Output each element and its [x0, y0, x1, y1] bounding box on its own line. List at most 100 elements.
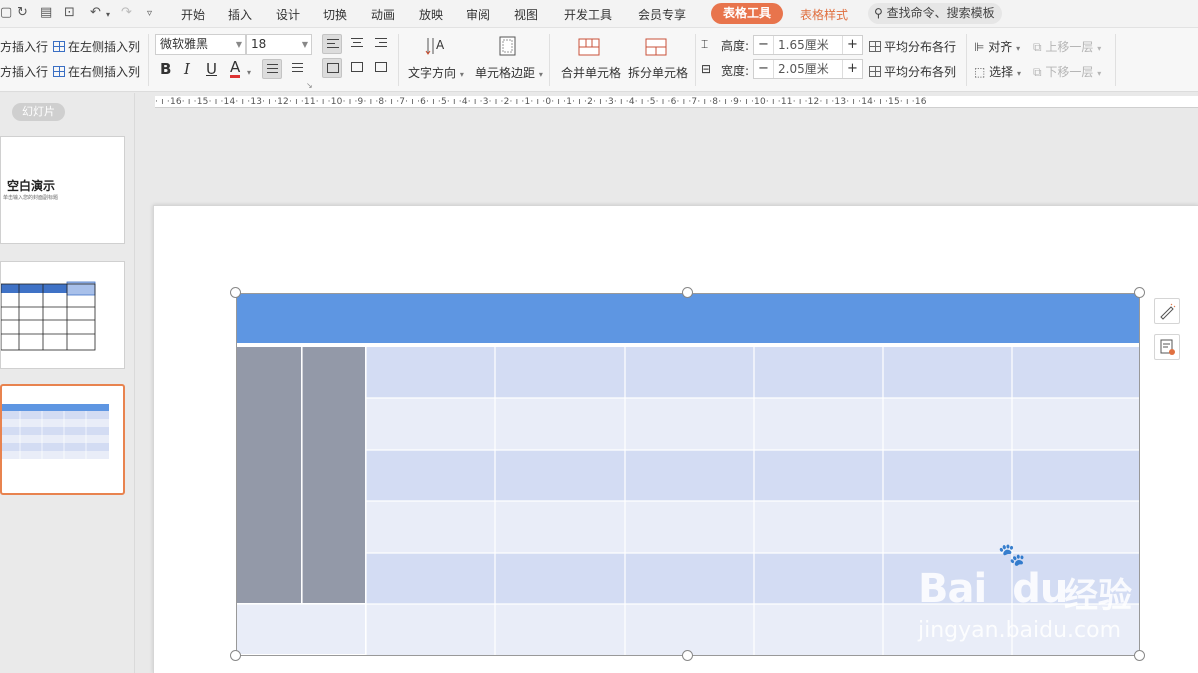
font-dialog-launcher-icon[interactable]: ↘ — [306, 81, 313, 90]
search-command-box[interactable]: ⚲ 查找命令、搜索模板 — [868, 3, 1002, 24]
width-decrease-button[interactable]: − — [754, 60, 774, 78]
tab-transition[interactable]: 切换 — [323, 6, 347, 23]
watermark-brand: Bai — [918, 566, 987, 612]
select-button[interactable]: ⬚ 选择 ▾ — [974, 63, 1021, 80]
print-preview-icon[interactable]: ⊡ — [64, 5, 75, 20]
tab-review[interactable]: 审阅 — [466, 6, 490, 23]
text-direction-button[interactable]: 文字方向 ▾ — [408, 64, 464, 81]
text-direction-label: 文字方向 — [408, 66, 457, 80]
resize-handle-top-right[interactable] — [1134, 287, 1145, 298]
cell-margin-button[interactable]: 单元格边距 ▾ — [475, 64, 543, 81]
font-size-select[interactable]: 18 ▼ — [246, 34, 312, 55]
cell-margin-icon[interactable] — [497, 35, 519, 57]
font-name-value: 微软雅黑 — [160, 37, 209, 51]
bring-forward-button[interactable]: ⧉ 上移一层 ▾ — [1033, 38, 1101, 55]
paragraph-spacing-icon[interactable] — [288, 59, 308, 79]
resize-handle-top[interactable] — [682, 287, 693, 298]
distribute-cols-button[interactable]: 平均分布各列 — [869, 63, 956, 80]
ribbon-divider — [549, 34, 550, 86]
font-name-select[interactable]: 微软雅黑 ▼ — [155, 34, 246, 55]
insert-col-left-button[interactable]: 在左侧插入列 — [53, 38, 140, 55]
height-value[interactable]: 1.65厘米 — [778, 36, 829, 54]
insert-col-left-label: 在左侧插入列 — [68, 40, 141, 54]
bold-icon[interactable]: B — [160, 60, 171, 78]
horizontal-ruler[interactable]: · ı ·16· ı ·15· ı ·14· ı ·13· ı ·12· ı ·… — [155, 96, 1198, 108]
tab-insert[interactable]: 插入 — [228, 6, 252, 23]
width-label: 宽度: — [721, 64, 750, 78]
tab-slideshow[interactable]: 放映 — [419, 6, 443, 23]
watermark-brand2: du — [1012, 566, 1068, 612]
split-cells-icon[interactable] — [645, 37, 667, 59]
vertical-align-middle-icon[interactable] — [347, 58, 367, 78]
tab-view[interactable]: 视图 — [514, 6, 538, 23]
insert-row-above-button[interactable]: 方插入行 — [0, 38, 48, 55]
tab-table-style[interactable]: 表格样式 — [800, 6, 848, 23]
tab-table-tools[interactable]: 表格工具 — [711, 3, 784, 24]
insert-col-right-button[interactable]: 在右侧插入列 — [53, 63, 140, 80]
chevron-down-icon: ▼ — [235, 40, 242, 49]
merge-cells-icon[interactable] — [578, 37, 600, 59]
tab-animation[interactable]: 动画 — [371, 6, 395, 23]
resize-handle-bottom[interactable] — [682, 650, 693, 661]
split-cells-button[interactable]: 拆分单元格 — [628, 64, 688, 81]
customize-dropdown-icon[interactable]: ▿ — [147, 8, 152, 19]
align-left-icon[interactable] — [322, 34, 342, 54]
tab-member[interactable]: 会员专享 — [638, 6, 686, 23]
resize-handle-bottom-right[interactable] — [1134, 650, 1145, 661]
insert-col-left-icon — [53, 41, 65, 52]
select-icon: ⬚ — [974, 65, 986, 79]
resize-handle-top-left[interactable] — [230, 287, 241, 298]
format-painter-icon[interactable]: ↻ — [17, 5, 28, 20]
row-height-icon: ⌶ — [701, 37, 709, 51]
tab-home[interactable]: 开始 — [181, 6, 205, 23]
height-decrease-button[interactable]: − — [754, 36, 774, 54]
chevron-down-icon: ▾ — [1016, 44, 1021, 53]
distribute-rows-button[interactable]: 平均分布各行 — [869, 38, 956, 55]
line-spacing-icon[interactable] — [262, 59, 282, 79]
print-icon[interactable]: ▤ — [40, 5, 52, 20]
slide3-table-preview — [2, 404, 109, 459]
vertical-align-bottom-icon[interactable] — [371, 58, 391, 78]
slide-thumbnail-1[interactable]: 空白演示 单击输入您的封面副标题 — [0, 136, 125, 244]
merge-cells-button[interactable]: 合并单元格 — [561, 64, 621, 81]
redo-icon[interactable]: ↷ — [121, 5, 132, 20]
ribbon: 方插入行 方插入行 在左侧插入列 在右侧插入列 微软雅黑 ▼ 18 ▼ B I U … — [0, 28, 1198, 92]
chevron-down-icon: ▾ — [1017, 69, 1022, 78]
height-stepper[interactable]: − 1.65厘米 + — [753, 35, 863, 55]
underline-icon[interactable]: U — [206, 60, 217, 78]
italic-icon[interactable]: I — [184, 60, 190, 78]
slide-thumbnail-3[interactable] — [0, 384, 125, 495]
table-style-tool-button[interactable] — [1154, 298, 1180, 324]
slide-thumbnail-2[interactable] — [0, 261, 125, 369]
send-backward-button[interactable]: ⧉ 下移一层 ▾ — [1033, 63, 1101, 80]
undo-icon[interactable]: ↶ — [90, 5, 101, 20]
height-label: 高度: — [721, 39, 750, 53]
align-right-icon[interactable] — [371, 34, 391, 54]
font-color-dropdown-icon[interactable]: ▾ — [247, 68, 251, 77]
width-increase-button[interactable]: + — [842, 60, 862, 78]
align-button[interactable]: ⊫ 对齐 ▾ — [974, 38, 1020, 55]
distribute-cols-icon — [869, 66, 881, 77]
tab-developer[interactable]: 开发工具 — [564, 6, 612, 23]
width-stepper[interactable]: − 2.05厘米 + — [753, 59, 863, 79]
insert-row-below-button[interactable]: 方插入行 — [0, 63, 48, 80]
align-center-icon[interactable] — [347, 34, 367, 54]
ribbon-divider — [148, 34, 149, 86]
text-direction-icon[interactable]: A — [424, 35, 446, 57]
slides-label[interactable]: 幻灯片 — [12, 103, 65, 121]
slide1-title: 空白演示 — [7, 179, 56, 193]
table-format-tool-button[interactable] — [1154, 334, 1180, 360]
tab-design[interactable]: 设计 — [276, 6, 300, 23]
save-icon[interactable]: ▢ — [0, 5, 12, 20]
resize-handle-bottom-left[interactable] — [230, 650, 241, 661]
width-value[interactable]: 2.05厘米 — [778, 60, 829, 78]
height-increase-button[interactable]: + — [842, 36, 862, 54]
paw-icon: 🐾 — [998, 543, 1026, 568]
undo-dropdown-icon[interactable]: ▾ — [106, 10, 110, 19]
slide1-subtitle: 单击输入您的封面副标题 — [3, 195, 59, 201]
font-color-icon[interactable]: A — [230, 59, 241, 78]
vertical-align-top-icon[interactable] — [322, 58, 342, 78]
chevron-down-icon: ▾ — [459, 70, 464, 79]
search-icon: ⚲ — [874, 6, 883, 20]
slide2-table-preview — [0, 281, 96, 351]
